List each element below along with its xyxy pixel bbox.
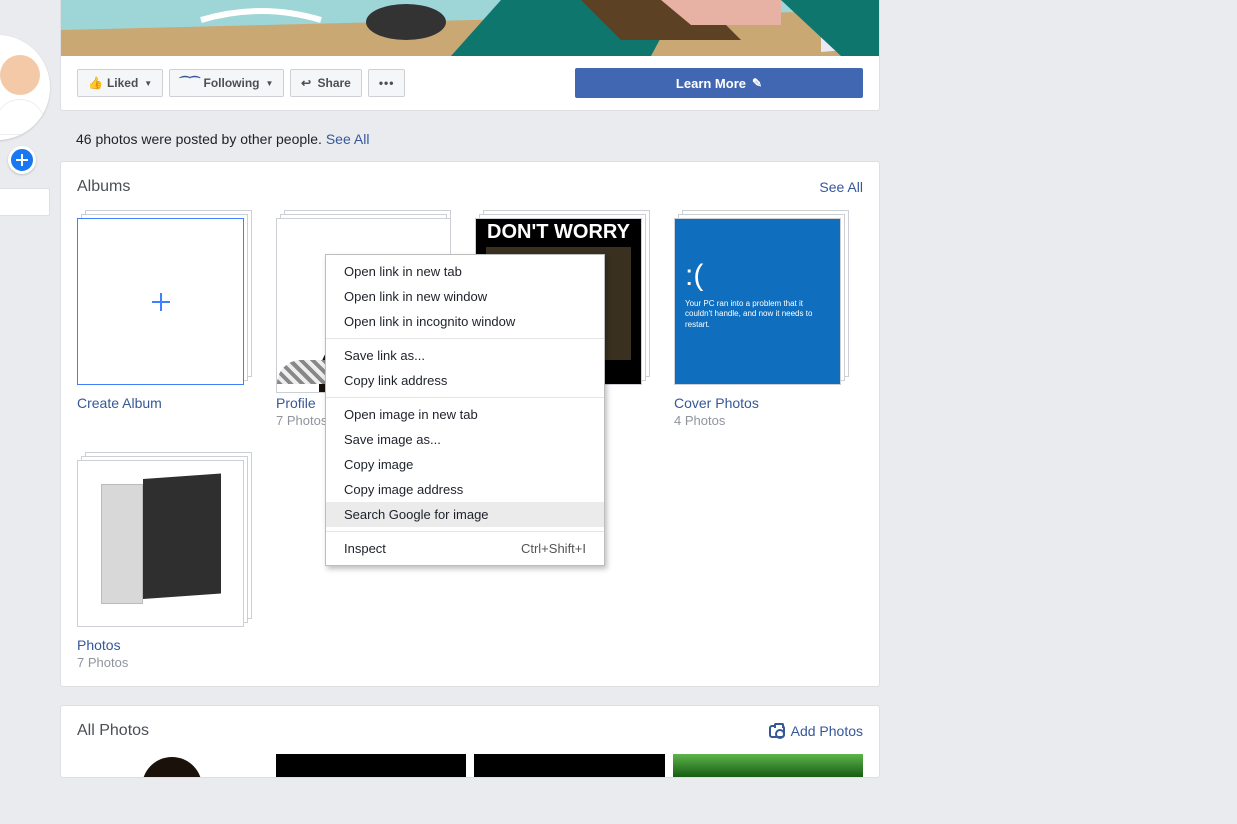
rss-icon: ⁀⁀ (180, 76, 199, 90)
bsod-msg: Your PC ran into a problem that it could… (685, 299, 830, 330)
album-count: 7 Photos (77, 655, 252, 670)
context-menu-item[interactable]: Copy link address (326, 368, 604, 393)
photos-by-others-line: 46 photos were posted by other people. S… (76, 131, 880, 147)
context-menu-label: Open link in new tab (344, 264, 462, 279)
album-photos[interactable]: Photos 7 Photos (77, 452, 252, 670)
album-title: Photos (77, 637, 252, 653)
all-photos-title: All Photos (77, 722, 149, 740)
context-menu-item[interactable]: Search Google for image (326, 502, 604, 527)
chevron-down-icon: ▼ (144, 79, 152, 88)
context-menu-item[interactable]: Copy image (326, 452, 604, 477)
following-button[interactable]: ⁀⁀ Following ▼ (169, 69, 284, 97)
create-album[interactable]: Create Album (77, 210, 252, 428)
albums-see-all-link[interactable]: See All (819, 179, 863, 195)
all-photos-card: All Photos Add Photos (60, 705, 880, 778)
left-panel-stub (0, 188, 50, 216)
plus-icon (152, 293, 170, 311)
photo-thumb[interactable] (673, 754, 864, 777)
cta-label: Learn More (676, 76, 746, 91)
bsod-face: :( (685, 259, 830, 293)
more-button[interactable]: ••• (368, 69, 406, 97)
context-menu-label: Copy image address (344, 482, 463, 497)
album-title: Cover Photos (674, 395, 849, 411)
photos-by-others-text: 46 photos were posted by other people. (76, 131, 322, 147)
context-menu-item[interactable]: Copy image address (326, 477, 604, 502)
more-icon: ••• (379, 76, 395, 90)
context-menu-item[interactable]: Save image as... (326, 427, 604, 452)
liked-button[interactable]: 👍 Liked ▼ (77, 69, 163, 97)
context-menu-label: Open image in new tab (344, 407, 478, 422)
context-menu-item[interactable]: Save link as... (326, 343, 604, 368)
share-button[interactable]: Share (290, 69, 361, 97)
see-all-others-link[interactable]: See All (326, 131, 370, 147)
context-menu-label: Open link in new window (344, 289, 487, 304)
cta-button[interactable]: Learn More ✎ (575, 68, 863, 98)
photo-thumb[interactable] (77, 754, 268, 777)
meme-top-text: DON'T WORRY (487, 221, 630, 243)
page-header: 👍 Liked ▼ ⁀⁀ Following ▼ Share ••• Learn… (60, 0, 880, 111)
photo-thumb[interactable] (474, 754, 665, 777)
liked-label: Liked (107, 76, 138, 90)
context-menu-shortcut: Ctrl+Shift+I (521, 541, 586, 556)
context-menu-label: Inspect (344, 541, 386, 556)
album-cover-photos[interactable]: :( Your PC ran into a problem that it co… (674, 210, 849, 428)
add-photos-label: Add Photos (791, 723, 863, 739)
camera-icon (769, 725, 785, 738)
add-photos-link[interactable]: Add Photos (769, 723, 863, 739)
context-menu-label: Open link in incognito window (344, 314, 515, 329)
create-album-label: Create Album (77, 395, 252, 411)
profile-avatar[interactable] (0, 35, 50, 140)
add-profile-badge[interactable] (8, 146, 36, 174)
share-icon (301, 76, 313, 90)
context-menu: Open link in new tab Open link in new win… (325, 254, 605, 566)
context-menu-item[interactable]: Open link in new tab (326, 259, 604, 284)
context-menu-label: Save image as... (344, 432, 441, 447)
share-label: Share (318, 76, 351, 90)
albums-title: Albums (77, 178, 130, 196)
context-menu-label: Save link as... (344, 348, 425, 363)
photo-thumb[interactable] (276, 754, 467, 777)
album-count: 4 Photos (674, 413, 849, 428)
context-menu-item[interactable]: Inspect Ctrl+Shift+I (326, 536, 604, 561)
context-menu-item[interactable]: Open image in new tab (326, 402, 604, 427)
context-menu-label: Copy image (344, 457, 413, 472)
following-label: Following (204, 76, 260, 90)
cover-photo-strip[interactable] (61, 0, 879, 56)
like-icon: 👍 (88, 76, 103, 90)
context-menu-label: Copy link address (344, 373, 447, 388)
chevron-down-icon: ▼ (266, 79, 274, 88)
context-menu-item[interactable]: Open link in incognito window (326, 309, 604, 334)
context-menu-label: Search Google for image (344, 507, 489, 522)
context-menu-item[interactable]: Open link in new window (326, 284, 604, 309)
pencil-icon: ✎ (752, 76, 762, 90)
